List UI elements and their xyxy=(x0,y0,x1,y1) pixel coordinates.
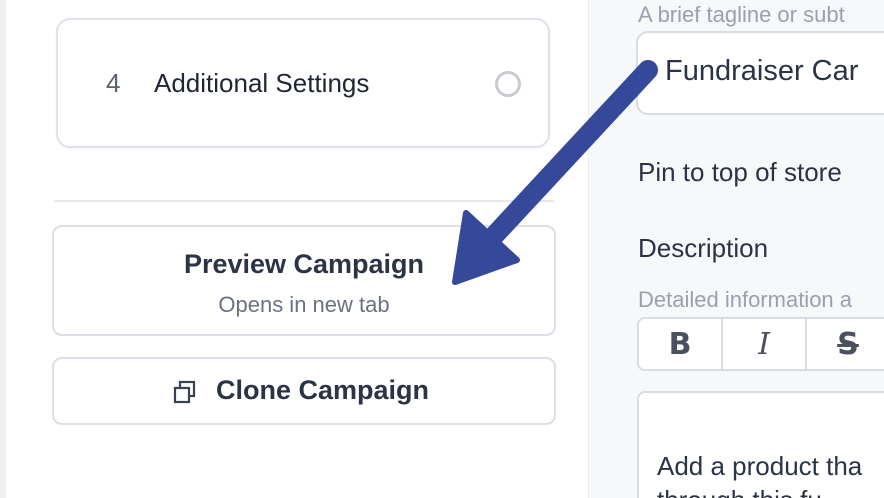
preview-campaign-title: Preview Campaign xyxy=(183,249,425,279)
step-number: 4 xyxy=(106,68,121,98)
page: 4 Additional Settings Preview Campaign O… xyxy=(0,0,884,498)
bold-icon[interactable]: B xyxy=(639,319,723,369)
editor-toolbar: B I S xyxy=(637,317,884,371)
description-editor[interactable]: Add a product tha through this fu xyxy=(637,391,884,498)
italic-icon[interactable]: I xyxy=(723,319,807,369)
step-status-circle-icon xyxy=(495,71,521,97)
description-editor-line: Add a product tha xyxy=(657,451,863,481)
copy-icon xyxy=(172,379,198,405)
preview-campaign-button[interactable]: Preview Campaign Opens in new tab xyxy=(52,225,556,336)
step-label: Additional Settings xyxy=(154,68,370,98)
tagline-input[interactable]: Fundraiser Car xyxy=(636,31,884,115)
clone-campaign-button[interactable]: Clone Campaign xyxy=(52,357,556,425)
pin-to-top-label: Pin to top of store xyxy=(638,157,842,187)
description-editor-line: through this fu xyxy=(657,485,822,498)
tagline-input-value: Fundraiser Car xyxy=(665,55,859,87)
divider xyxy=(54,200,554,202)
clone-campaign-label: Clone Campaign xyxy=(216,375,430,405)
preview-campaign-subtitle: Opens in new tab xyxy=(218,292,390,317)
strikethrough-icon[interactable]: S xyxy=(807,319,884,369)
tagline-help-text: A brief tagline or subt xyxy=(638,2,845,27)
step-card-additional-settings[interactable]: 4 Additional Settings xyxy=(56,18,550,148)
description-help-text: Detailed information a xyxy=(638,287,853,312)
description-label: Description xyxy=(638,233,769,263)
